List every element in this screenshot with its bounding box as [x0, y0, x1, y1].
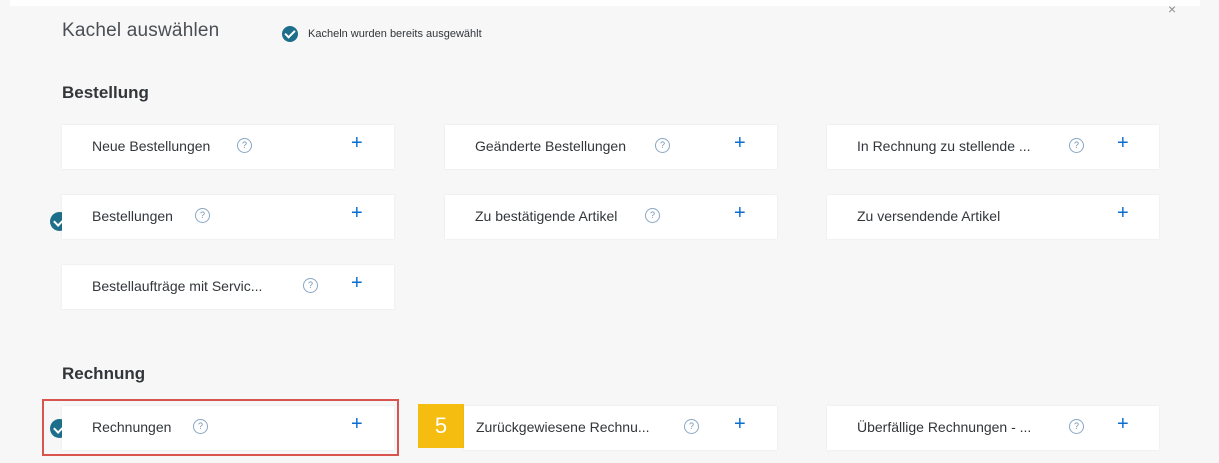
tile-zurueckgewiesene-rechnungen[interactable]: Zurückgewiesene Rechnu... ? + [464, 406, 777, 450]
tile-label: Rechnungen [92, 419, 172, 435]
check-circle-icon [282, 26, 298, 42]
tile-label: Bestellungen [92, 208, 173, 224]
add-tile-button[interactable]: + [351, 203, 363, 223]
tile-bestellungen[interactable]: Bestellungen ? + [62, 195, 394, 239]
close-icon[interactable]: × [1168, 2, 1176, 16]
add-tile-button[interactable]: + [1117, 203, 1129, 223]
help-icon[interactable]: ? [193, 419, 208, 434]
tile-zu-versendende-artikel[interactable]: Zu versendende Artikel + [827, 195, 1159, 239]
help-icon[interactable]: ? [684, 419, 699, 434]
add-tile-button[interactable]: + [734, 203, 746, 223]
tile-ueberfaellige-rechnungen[interactable]: Überfällige Rechnungen - ... ? + [827, 406, 1159, 450]
tile-label: Zu versendende Artikel [857, 208, 1001, 224]
tile-label: Geänderte Bestellungen [475, 138, 626, 154]
tile-in-rechnung-zu-stellende[interactable]: In Rechnung zu stellende ... ? + [827, 125, 1159, 169]
help-icon[interactable]: ? [303, 278, 318, 293]
help-icon[interactable]: ? [1069, 419, 1084, 434]
add-tile-button[interactable]: + [1117, 414, 1129, 434]
tile-label: In Rechnung zu stellende ... [857, 138, 1031, 154]
step-number-badge: 5 [418, 404, 464, 448]
tile-label: Zurückgewiesene Rechnu... [476, 419, 650, 435]
tile-label: Überfällige Rechnungen - ... [857, 419, 1032, 435]
tile-rechnungen[interactable]: Rechnungen ? + [62, 406, 394, 450]
add-tile-button[interactable]: + [734, 414, 746, 434]
add-tile-button[interactable]: + [734, 133, 746, 153]
tile-neue-bestellungen[interactable]: Neue Bestellungen ? + [62, 125, 394, 169]
help-icon[interactable]: ? [645, 208, 660, 223]
add-tile-button[interactable]: + [351, 133, 363, 153]
already-selected-note: Kacheln wurden bereits ausgewählt [282, 26, 482, 42]
tile-geaenderte-bestellungen[interactable]: Geänderte Bestellungen ? + [445, 125, 777, 169]
tile-zu-bestaetigende-artikel[interactable]: Zu bestätigende Artikel ? + [445, 195, 777, 239]
section-heading-bestellung: Bestellung [62, 83, 149, 102]
tile-selection-dialog: Kachel auswählen Kacheln wurden bereits … [0, 0, 1219, 463]
dialog-title: Kachel auswählen [62, 20, 220, 41]
add-tile-button[interactable]: + [351, 273, 363, 293]
help-icon[interactable]: ? [237, 138, 252, 153]
tile-label: Neue Bestellungen [92, 138, 211, 154]
already-selected-text: Kacheln wurden bereits ausgewählt [308, 28, 482, 40]
section-heading-rechnung: Rechnung [62, 364, 146, 383]
add-tile-button[interactable]: + [351, 414, 363, 434]
tile-label: Zu bestätigende Artikel [475, 208, 618, 224]
tile-bestellauftraege-mit-service[interactable]: Bestellaufträge mit Servic... ? + [62, 265, 394, 309]
help-icon[interactable]: ? [655, 138, 670, 153]
help-icon[interactable]: ? [195, 208, 210, 223]
help-icon[interactable]: ? [1069, 138, 1084, 153]
tile-label: Bestellaufträge mit Servic... [92, 278, 263, 294]
dialog-top-edge [10, 0, 1200, 6]
add-tile-button[interactable]: + [1117, 133, 1129, 153]
